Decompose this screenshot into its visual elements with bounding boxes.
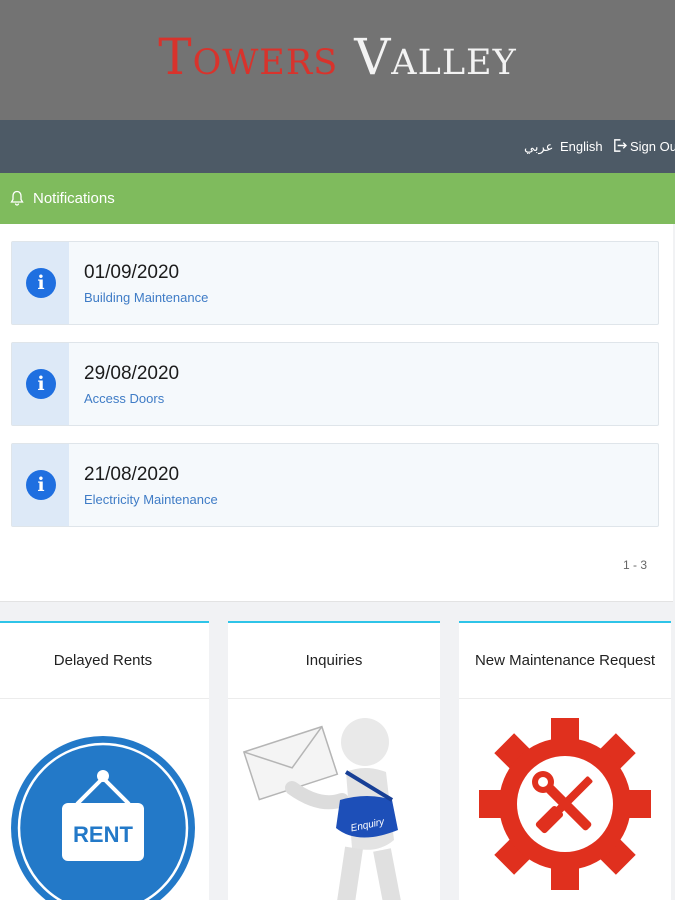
sign-out-icon [614, 139, 627, 152]
notification-description: Electricity Maintenance [84, 492, 218, 507]
language-arabic-link[interactable]: عربي [524, 139, 553, 155]
app-header: Towers Valley [0, 0, 675, 120]
notification-date: 21/08/2020 [84, 464, 180, 485]
app-logo[interactable]: Towers Valley [0, 28, 675, 86]
info-icon: i [26, 268, 56, 298]
info-icon: i [26, 470, 56, 500]
pagination-info: 1 - 3 [622, 558, 647, 572]
info-icon: i [26, 369, 56, 399]
notifications-header: Notifications [0, 173, 675, 224]
new-maintenance-request-card[interactable]: New Maintenance Request [459, 621, 671, 900]
notifications-title: Notifications [33, 190, 115, 207]
notification-icon-box: i [12, 242, 69, 324]
rent-sign-text: RENT [73, 822, 133, 847]
bell-icon [10, 190, 24, 206]
notification-item[interactable]: i 01/09/2020 Building Maintenance [11, 241, 659, 325]
card-title: New Maintenance Request [459, 623, 671, 699]
inquiry-mail-figure-icon: Enquiry [228, 700, 440, 900]
logo-word-towers: Towers [158, 28, 339, 86]
notification-date: 01/09/2020 [84, 262, 180, 283]
notification-item[interactable]: i 29/08/2020 Access Doors [11, 342, 659, 426]
notification-date: 29/08/2020 [84, 363, 180, 384]
notifications-panel: i 01/09/2020 Building Maintenance i 29/0… [0, 224, 673, 602]
notification-description: Access Doors [84, 391, 165, 406]
notification-item[interactable]: i 21/08/2020 Electricity Maintenance [11, 443, 659, 527]
logo-word-valley: Valley [354, 28, 517, 86]
card-title: Inquiries [228, 623, 440, 699]
card-title: Delayed Rents [0, 623, 209, 699]
notification-description: Building Maintenance [84, 290, 209, 305]
top-navigation-bar: عربي English Sign Out [0, 120, 675, 173]
language-english-link[interactable]: English [560, 139, 603, 154]
maintenance-gear-icon [459, 700, 671, 900]
rent-sign-icon: RENT [0, 700, 209, 900]
delayed-rents-card[interactable]: Delayed Rents RENT [0, 621, 209, 900]
inquiries-card[interactable]: Inquiries Enquiry [228, 621, 440, 900]
notification-icon-box: i [12, 444, 69, 526]
notification-icon-box: i [12, 343, 69, 425]
sign-out-label: Sign Out [630, 139, 675, 154]
